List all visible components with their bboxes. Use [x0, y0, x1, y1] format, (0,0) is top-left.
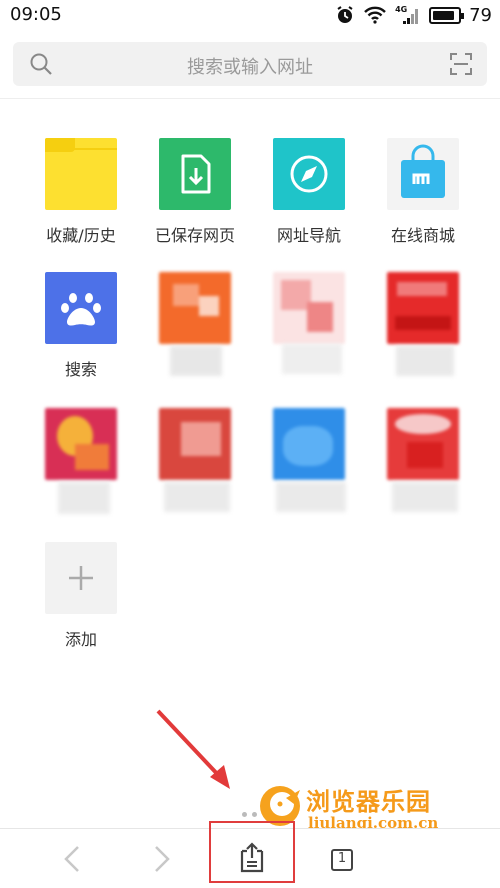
shortcut-obscured[interactable]: [360, 272, 474, 392]
tab-count: 1: [337, 851, 347, 866]
annotation-highlight-box: [209, 821, 295, 883]
compass-icon: [273, 138, 345, 210]
shortcut-url-navigation[interactable]: 网址导航: [246, 138, 360, 258]
alarm-icon: [337, 6, 353, 23]
watermark-title: 浏览器乐园: [306, 787, 431, 816]
obscured-label: [396, 346, 454, 376]
shortcut-add[interactable]: 添加: [18, 542, 132, 662]
shortcut-obscured[interactable]: [246, 272, 360, 392]
annotation-arrow: [156, 709, 230, 789]
battery-icon: [429, 6, 465, 24]
shortcut-search[interactable]: 搜索: [18, 272, 132, 392]
plus-icon: [45, 542, 117, 614]
obscured-app-icon: [273, 272, 345, 344]
shortcut-label: 收藏/历史: [46, 226, 116, 245]
signal-icon: 4G: [395, 5, 421, 25]
shortcut-obscured[interactable]: [360, 408, 474, 528]
obscured-label: [58, 482, 110, 514]
saved-page-icon: [159, 138, 231, 210]
paw-icon: [45, 272, 117, 344]
shortcut-label: 网址导航: [276, 226, 341, 245]
shopping-bag-icon: [387, 138, 459, 210]
back-button[interactable]: [42, 829, 102, 888]
shortcut-label: 添加: [64, 630, 97, 649]
obscured-app-icon: [273, 408, 345, 480]
page-indicator: [242, 812, 257, 817]
obscured-label: [276, 482, 346, 512]
chevron-right-icon: [155, 846, 170, 872]
shortcut-obscured[interactable]: [18, 408, 132, 528]
header-divider: [0, 98, 500, 99]
shortcut-label: 在线商城: [390, 226, 455, 245]
obscured-label: [282, 344, 342, 374]
obscured-label: [392, 482, 458, 512]
status-icons: 4G 79: [335, 4, 492, 26]
obscured-app-icon: [159, 408, 231, 480]
search-bar[interactable]: 搜索或输入网址: [13, 42, 487, 86]
obscured-label: [164, 482, 230, 512]
obscured-label: [170, 346, 222, 376]
shortcut-online-mall[interactable]: 在线商城: [360, 138, 474, 258]
wifi-icon: [364, 6, 386, 24]
obscured-app-icon: [159, 272, 231, 344]
shortcut-label: 已保存网页: [154, 226, 235, 245]
tabs-button[interactable]: 1: [312, 829, 372, 888]
scan-icon[interactable]: [449, 52, 473, 76]
search-placeholder: 搜索或输入网址: [187, 57, 313, 78]
obscured-app-icon: [387, 408, 459, 480]
shortcut-label: 搜索: [64, 360, 97, 379]
page-dot: [252, 812, 257, 817]
battery-level: 79: [469, 4, 492, 26]
shortcut-obscured[interactable]: [132, 272, 246, 392]
shortcut-obscured[interactable]: [246, 408, 360, 528]
page-dot: [242, 812, 247, 817]
folder-icon: [45, 138, 117, 210]
forward-button[interactable]: [132, 829, 192, 888]
status-time: 09:05: [10, 4, 62, 25]
shortcut-favorites-history[interactable]: 收藏/历史: [18, 138, 132, 258]
shortcut-saved-pages[interactable]: 已保存网页: [132, 138, 246, 258]
obscured-app-icon: [45, 408, 117, 480]
status-bar: 09:05 4G 79: [0, 0, 500, 30]
shortcut-obscured[interactable]: [132, 408, 246, 528]
obscured-app-icon: [387, 272, 459, 344]
chevron-left-icon: [64, 846, 79, 872]
